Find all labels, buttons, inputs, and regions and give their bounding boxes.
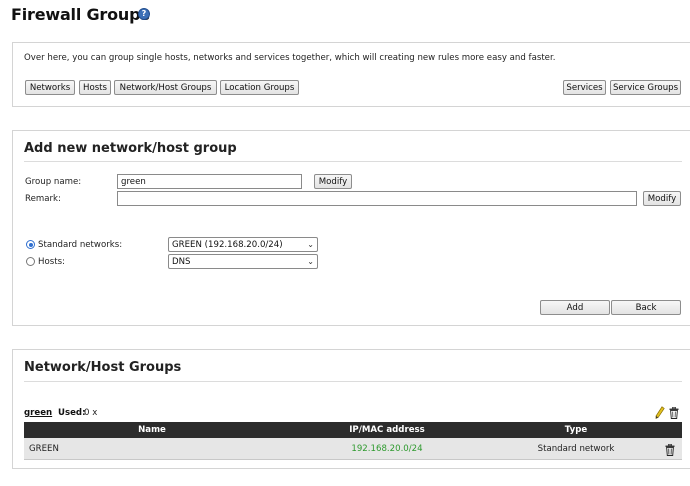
location-groups-button[interactable]: Location Groups	[220, 80, 299, 95]
intro-text: Over here, you can group single hosts, n…	[24, 53, 556, 63]
hosts-select[interactable]: DNS ⌄	[168, 254, 318, 269]
row-type: Standard network	[537, 444, 615, 454]
row-address: 192.168.20.0/24	[351, 444, 423, 454]
column-name: Name	[138, 425, 166, 435]
add-group-panel	[12, 130, 690, 326]
page-title: Firewall Groups	[11, 5, 150, 24]
standard-networks-label: Standard networks:	[38, 240, 123, 250]
chevron-down-icon: ⌄	[307, 257, 314, 266]
standard-networks-radio[interactable]	[26, 240, 35, 249]
standard-networks-value: GREEN (192.168.20.0/24)	[172, 239, 283, 250]
networks-button[interactable]: Networks	[25, 80, 75, 95]
delete-group-trash-icon[interactable]	[669, 407, 679, 419]
add-group-title: Add new network/host group	[24, 141, 237, 156]
hosts-value: DNS	[172, 256, 191, 267]
services-button[interactable]: Services	[563, 80, 606, 95]
column-type: Type	[564, 425, 588, 435]
hosts-button[interactable]: Hosts	[79, 80, 111, 95]
edit-pencil-icon[interactable]	[655, 406, 665, 419]
hosts-label: Hosts:	[38, 257, 65, 267]
groups-title: Network/Host Groups	[24, 360, 182, 375]
modify-group-name-button[interactable]: Modify	[314, 174, 352, 189]
network-host-groups-button[interactable]: Network/Host Groups	[114, 80, 217, 95]
remark-input[interactable]	[117, 191, 637, 206]
back-button[interactable]: Back	[611, 300, 681, 315]
hosts-radio[interactable]	[26, 257, 35, 266]
used-count: 0 x	[84, 408, 98, 418]
help-icon[interactable]: ?	[138, 8, 150, 20]
column-ip-mac: IP/MAC address	[349, 425, 425, 435]
divider	[24, 161, 682, 162]
standard-networks-select[interactable]: GREEN (192.168.20.0/24) ⌄	[168, 237, 318, 252]
divider	[24, 381, 682, 382]
group-name-label: Group name:	[25, 177, 82, 187]
table-row: GREEN 192.168.20.0/24 Standard network	[24, 438, 682, 460]
table-header: Name IP/MAC address Type	[24, 422, 682, 438]
modify-remark-button[interactable]: Modify	[643, 191, 681, 206]
group-name-input[interactable]: green	[117, 174, 302, 189]
chevron-down-icon: ⌄	[307, 240, 314, 249]
intro-panel	[12, 42, 690, 107]
add-button[interactable]: Add	[540, 300, 610, 315]
remark-label: Remark:	[25, 194, 61, 204]
used-label: Used:	[58, 408, 86, 418]
delete-row-trash-icon[interactable]	[665, 444, 675, 456]
row-name: GREEN	[29, 444, 59, 454]
service-groups-button[interactable]: Service Groups	[610, 80, 681, 95]
group-name-link[interactable]: green	[24, 408, 52, 418]
